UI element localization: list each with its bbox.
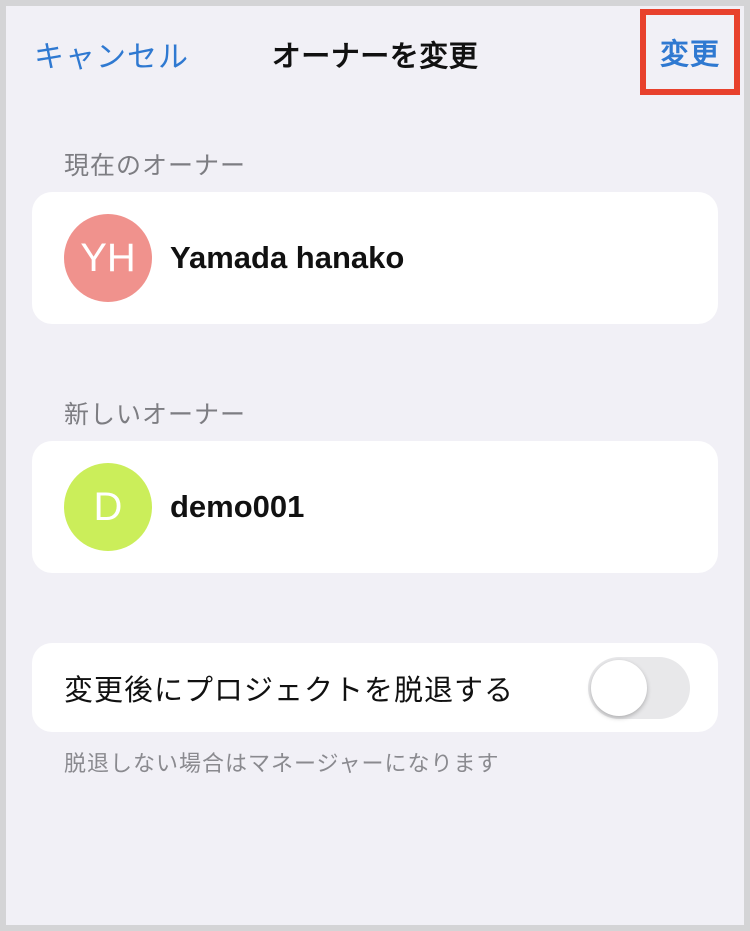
current-owner-row[interactable]: YH Yamada hanako <box>32 192 718 324</box>
leave-project-toggle[interactable] <box>588 657 690 719</box>
page-title: オーナーを変更 <box>271 39 479 73</box>
leave-project-card: 変更後にプロジェクトを脱退する <box>32 643 718 732</box>
screen: キャンセル オーナーを変更 変更 現在のオーナー YH Yamada hanak… <box>6 6 744 925</box>
current-owner-card: YH Yamada hanako <box>32 192 718 324</box>
new-owner-card: D demo001 <box>32 441 718 573</box>
leave-project-note: 脱退しない場合はマネージャーになります <box>64 752 500 777</box>
current-owner-name: Yamada hanako <box>170 240 405 275</box>
new-owner-row[interactable]: D demo001 <box>32 441 718 573</box>
navigation-bar: キャンセル オーナーを変更 変更 <box>6 6 744 102</box>
change-button[interactable]: 変更 <box>660 31 720 73</box>
avatar: YH <box>64 214 152 302</box>
current-owner-header: 現在のオーナー <box>64 151 247 180</box>
leave-project-label: 変更後にプロジェクトを脱退する <box>64 672 515 707</box>
new-owner-name: demo001 <box>170 489 305 524</box>
change-button-highlight: 変更 <box>640 9 740 95</box>
avatar: D <box>64 463 152 551</box>
toggle-knob <box>591 660 647 716</box>
new-owner-header: 新しいオーナー <box>64 400 247 429</box>
